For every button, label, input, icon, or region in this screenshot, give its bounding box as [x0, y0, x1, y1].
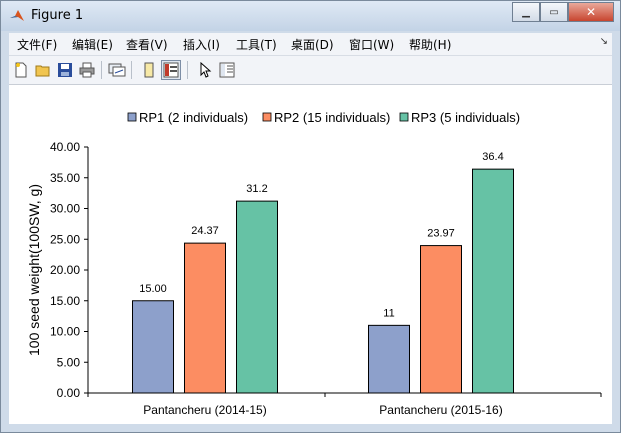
y-tick-label: 10.00 — [50, 325, 80, 339]
data-label: 15.00 — [139, 283, 167, 295]
edit-plot-arrow-icon — [200, 62, 212, 78]
new-figure-button[interactable] — [11, 60, 31, 80]
open-file-icon — [35, 65, 50, 77]
open-file-button[interactable] — [33, 60, 53, 80]
bar-chart: RP1 (2 individuals) RP2 (15 individuals) R… — [26, 110, 602, 417]
data-label: 24.37 — [191, 225, 219, 237]
title-bar[interactable]: Figure 1 ▁ ▭ ✕ — [1, 1, 620, 31]
y-axis-label: 100 seed weight(100SW, g) — [26, 184, 42, 356]
show-plot-tools-button[interactable] — [161, 60, 181, 80]
y-tick-label: 40.00 — [50, 140, 80, 154]
legend-swatch — [262, 112, 272, 122]
y-tick-label: 0.00 — [57, 386, 81, 400]
matlab-icon — [10, 10, 24, 21]
save-button[interactable] — [55, 60, 75, 80]
legend-label: RP1 (2 individuals) — [139, 110, 248, 125]
bar — [472, 168, 514, 394]
window-title: Figure 1 — [31, 8, 84, 23]
y-tick-label: 5.00 — [57, 355, 81, 369]
link-plot-button[interactable] — [107, 60, 127, 80]
plot-browser-icon — [219, 62, 235, 78]
edit-plot-button[interactable] — [195, 60, 215, 80]
menu-bar: 文件(F) 编辑(E) 查看(V) 插入(I) 工具(T) 桌面(D) 窗口(W… — [9, 33, 612, 56]
toolbar-separator — [187, 61, 188, 79]
legend-swatch — [127, 112, 137, 122]
link-plot-icon — [108, 63, 126, 77]
menu-desktop[interactable]: 桌面(D) — [291, 36, 334, 53]
menu-file[interactable]: 文件(F) — [17, 36, 57, 53]
plot-browser-button[interactable] — [217, 60, 237, 80]
menu-tools[interactable]: 工具(T) — [236, 36, 277, 53]
figure-window: Figure 1 ▁ ▭ ✕ 文件(F) 编辑(E) 查看(V) 插入(I) 工… — [0, 0, 621, 433]
minimize-icon: ▁ — [522, 6, 530, 18]
maximize-button[interactable]: ▭ — [540, 2, 568, 22]
bar — [184, 242, 226, 394]
bar — [368, 324, 410, 394]
toolbar-separator — [131, 61, 132, 79]
legend-label: RP2 (15 individuals) — [274, 110, 390, 125]
window-controls: ▁ ▭ ✕ — [512, 2, 614, 22]
x-tick-label: Pantancheru (2014-15) — [143, 403, 266, 417]
y-tick-label: 15.00 — [50, 294, 80, 308]
new-figure-icon — [15, 62, 27, 78]
minimize-button[interactable]: ▁ — [512, 2, 540, 22]
bar — [132, 300, 174, 394]
maximize-icon: ▭ — [549, 6, 559, 18]
legend-label: RP3 (5 individuals) — [411, 110, 520, 125]
data-label: 36.4 — [482, 151, 503, 163]
menu-edit[interactable]: 编辑(E) — [72, 36, 113, 53]
close-button[interactable]: ✕ — [568, 2, 614, 22]
dock-arrow-icon[interactable]: ↘ — [600, 36, 608, 47]
y-tick-label: 20.00 — [50, 263, 80, 277]
x-tick-label: Pantancheru (2015-16) — [379, 403, 502, 417]
y-tick-label: 35.00 — [50, 171, 80, 185]
data-label: 23.97 — [427, 228, 455, 240]
menu-insert[interactable]: 插入(I) — [183, 36, 220, 53]
save-icon — [58, 63, 72, 77]
figure-canvas: RP1 (2 individuals) RP2 (15 individuals) R… — [9, 85, 612, 424]
print-button[interactable] — [77, 60, 97, 80]
menu-window[interactable]: 窗口(W) — [349, 36, 394, 53]
show-plot-tools-icon — [163, 62, 179, 78]
figure-toolbar — [9, 56, 612, 85]
close-icon: ✕ — [585, 5, 597, 19]
data-label: 31.2 — [246, 183, 267, 195]
bar — [236, 200, 278, 394]
data-label: 11 — [383, 307, 394, 319]
menu-view[interactable]: 查看(V) — [126, 36, 168, 53]
hide-plot-tools-button[interactable] — [139, 60, 159, 80]
menu-help[interactable]: 帮助(H) — [409, 36, 451, 53]
y-tick-label: 30.00 — [50, 202, 80, 216]
print-icon — [79, 62, 95, 78]
bar — [420, 245, 462, 394]
y-tick-label: 25.00 — [50, 232, 80, 246]
toolbar-separator — [101, 61, 102, 79]
legend-swatch — [399, 112, 409, 122]
hide-plot-tools-icon — [144, 62, 154, 78]
